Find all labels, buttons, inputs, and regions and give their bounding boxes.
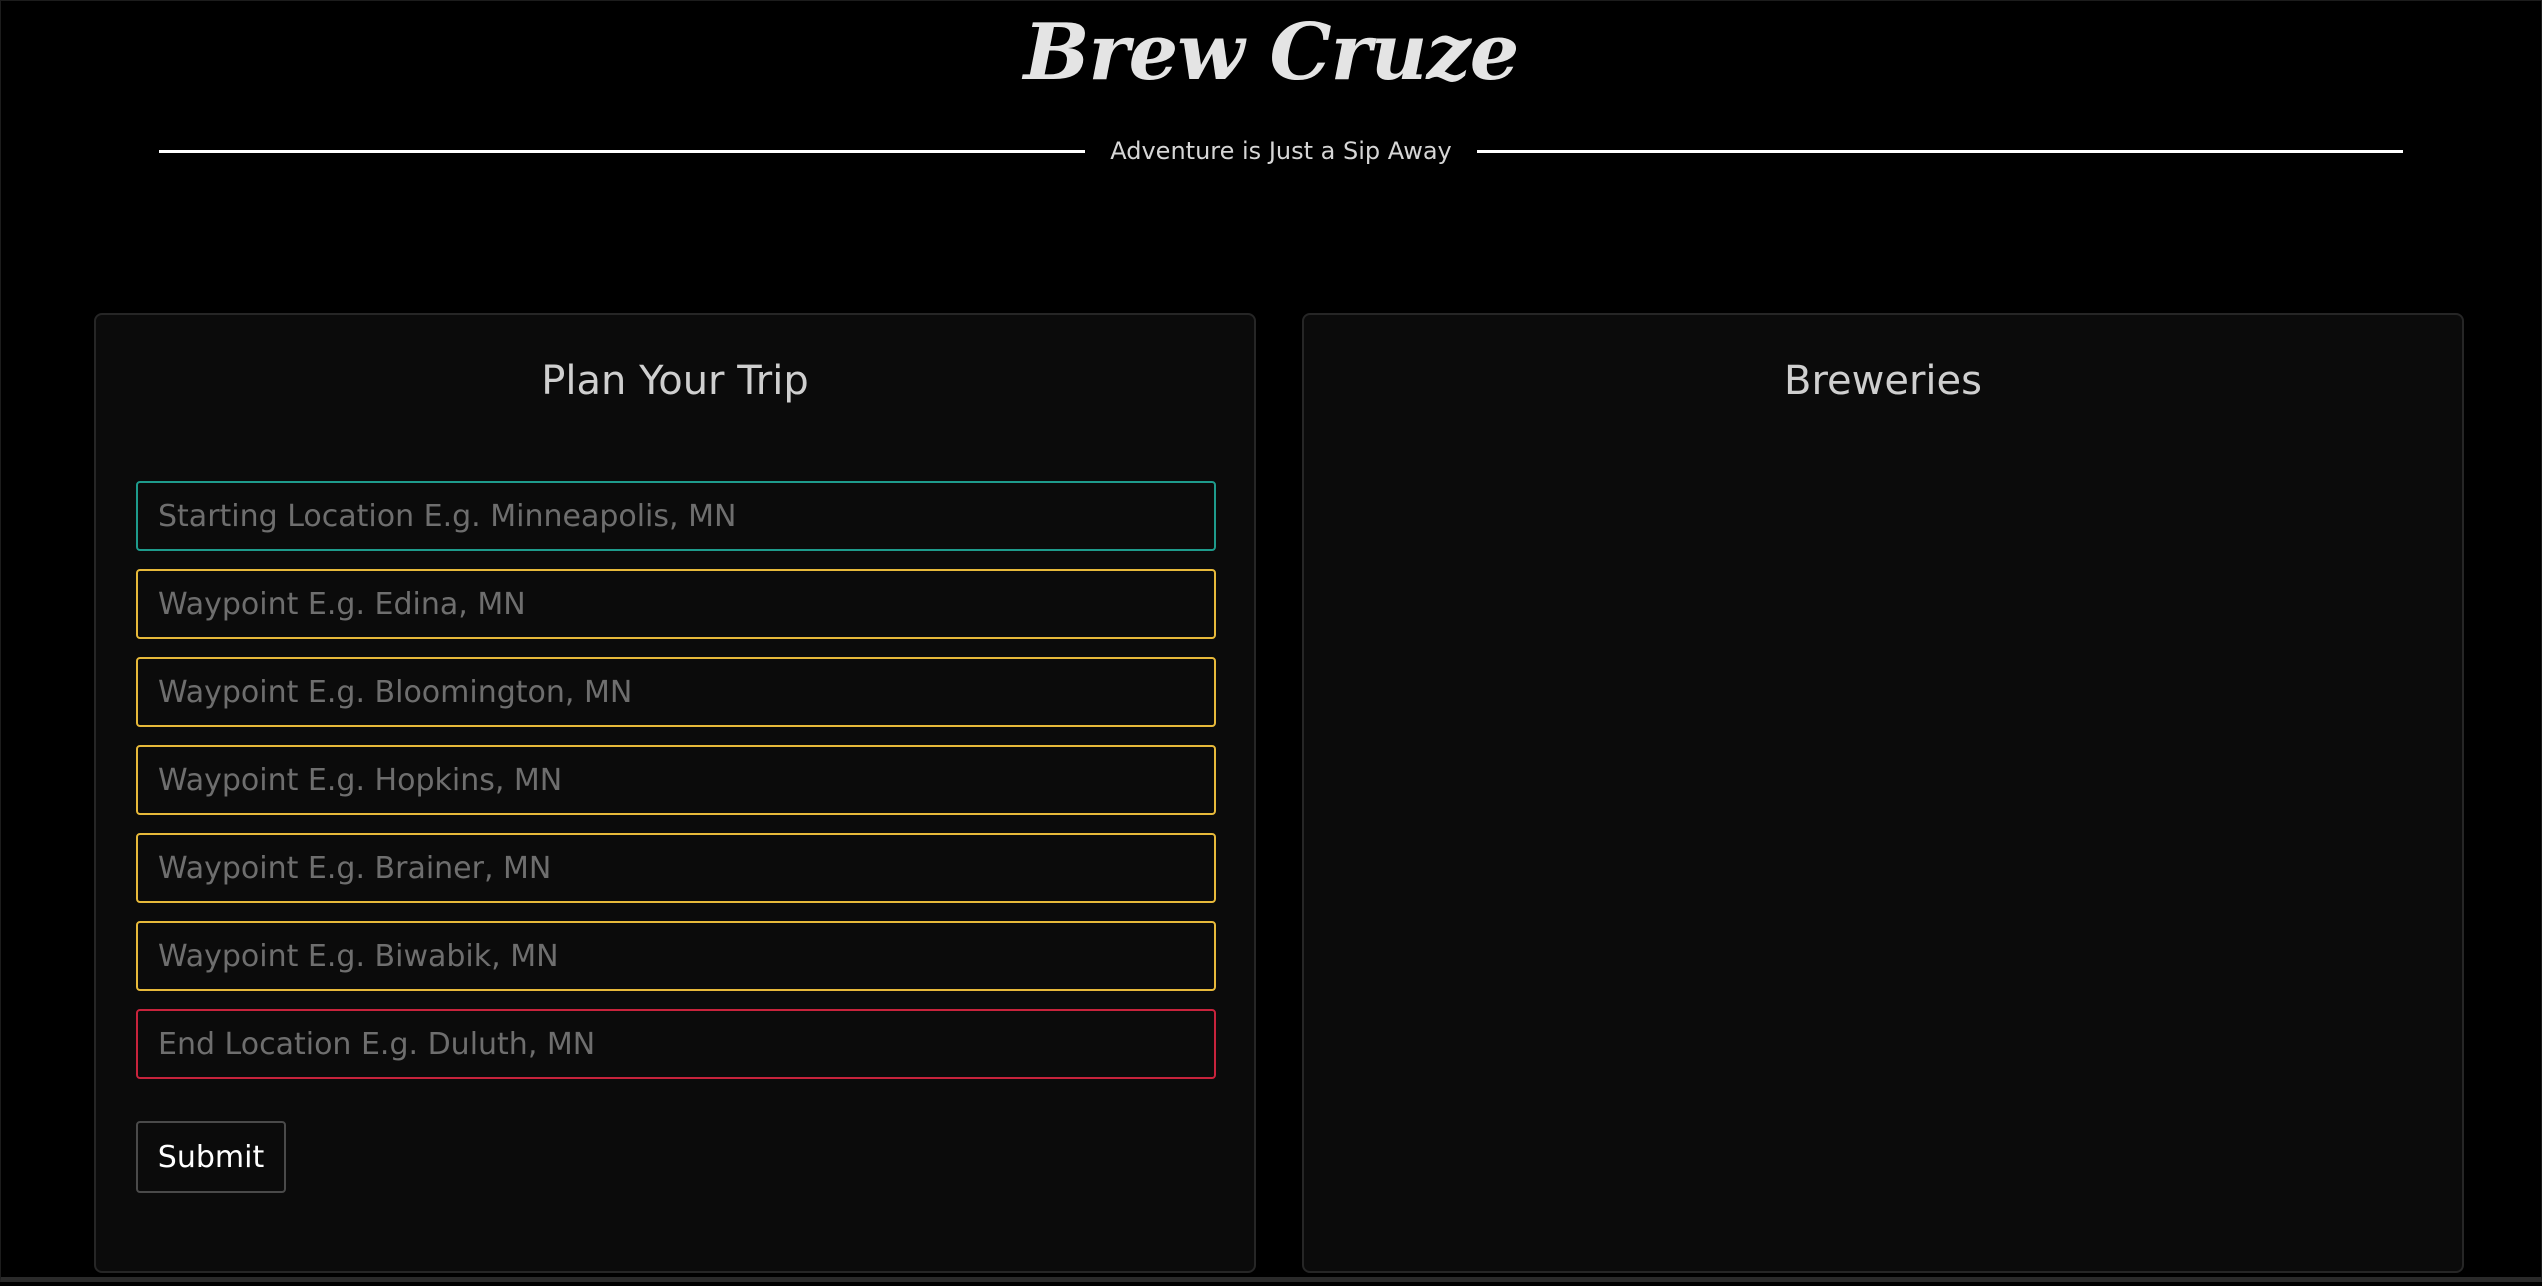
breweries-list (1344, 455, 2422, 1231)
waypoint-input-3[interactable] (136, 745, 1216, 815)
breweries-title: Breweries (1784, 358, 1982, 404)
plan-trip-title: Plan Your Trip (541, 358, 809, 404)
waypoint-input-2[interactable] (136, 657, 1216, 727)
submit-button[interactable]: Submit (136, 1121, 286, 1193)
site-title: Brew Cruze (1023, 7, 1520, 98)
waypoint-input-4[interactable] (136, 833, 1216, 903)
end-location-input[interactable] (136, 1009, 1216, 1079)
waypoint-input-5[interactable] (136, 921, 1216, 991)
tagline: Adventure is Just a Sip Away (1110, 137, 1452, 165)
page: Brew Cruze Adventure is Just a Sip Away … (0, 0, 2542, 1282)
breweries-panel: Breweries (1302, 313, 2464, 1273)
waypoint-input-1[interactable] (136, 569, 1216, 639)
plan-trip-panel: Plan Your Trip Submit (94, 313, 1256, 1273)
divider-right (1477, 150, 2403, 153)
starting-location-input[interactable] (136, 481, 1216, 551)
divider-left (159, 150, 1085, 153)
tagline-row: Adventure is Just a Sip Away (159, 133, 2403, 169)
